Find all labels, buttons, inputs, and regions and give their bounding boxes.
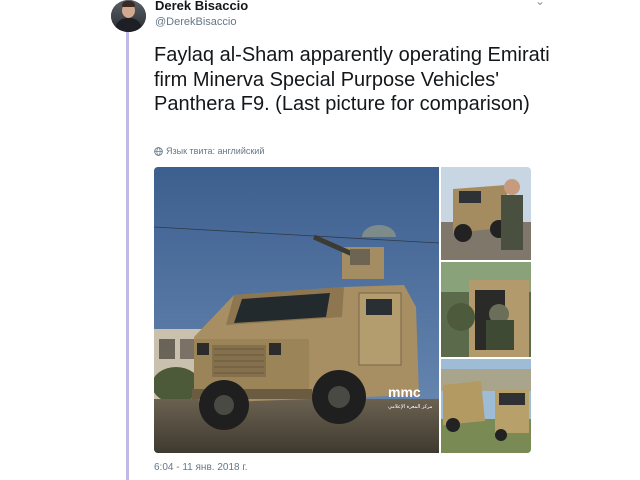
tweet-timestamp[interactable]: 6:04 - 11 янв. 2018 г. [154, 462, 248, 473]
tweet-language: Язык твита: английский [154, 146, 264, 156]
media-grid: mmc مركز المعرة الإعلامي [154, 167, 531, 453]
photo-side-1[interactable] [441, 167, 531, 260]
chevron-down-icon[interactable]: ⌄ [535, 0, 545, 8]
photo-watermark-subtitle: مركز المعرة الإعلامي [388, 404, 433, 410]
tweet-language-label: Язык твита: английский [166, 146, 265, 156]
author-display-name[interactable]: Derek Bisaccio [155, 0, 248, 13]
tweet-text: Faylaq al-Sham apparently operating Emir… [154, 44, 550, 115]
avatar[interactable] [111, 0, 146, 32]
photo-watermark: mmc [388, 384, 421, 400]
author-username[interactable]: @DerekBisaccio [155, 16, 236, 28]
photo-side-3[interactable] [441, 359, 531, 453]
thread-connector-line [126, 30, 129, 480]
photo-main[interactable]: mmc مركز المعرة الإعلامي [154, 167, 439, 453]
globe-icon [154, 146, 163, 156]
photo-side-2[interactable] [441, 262, 531, 357]
